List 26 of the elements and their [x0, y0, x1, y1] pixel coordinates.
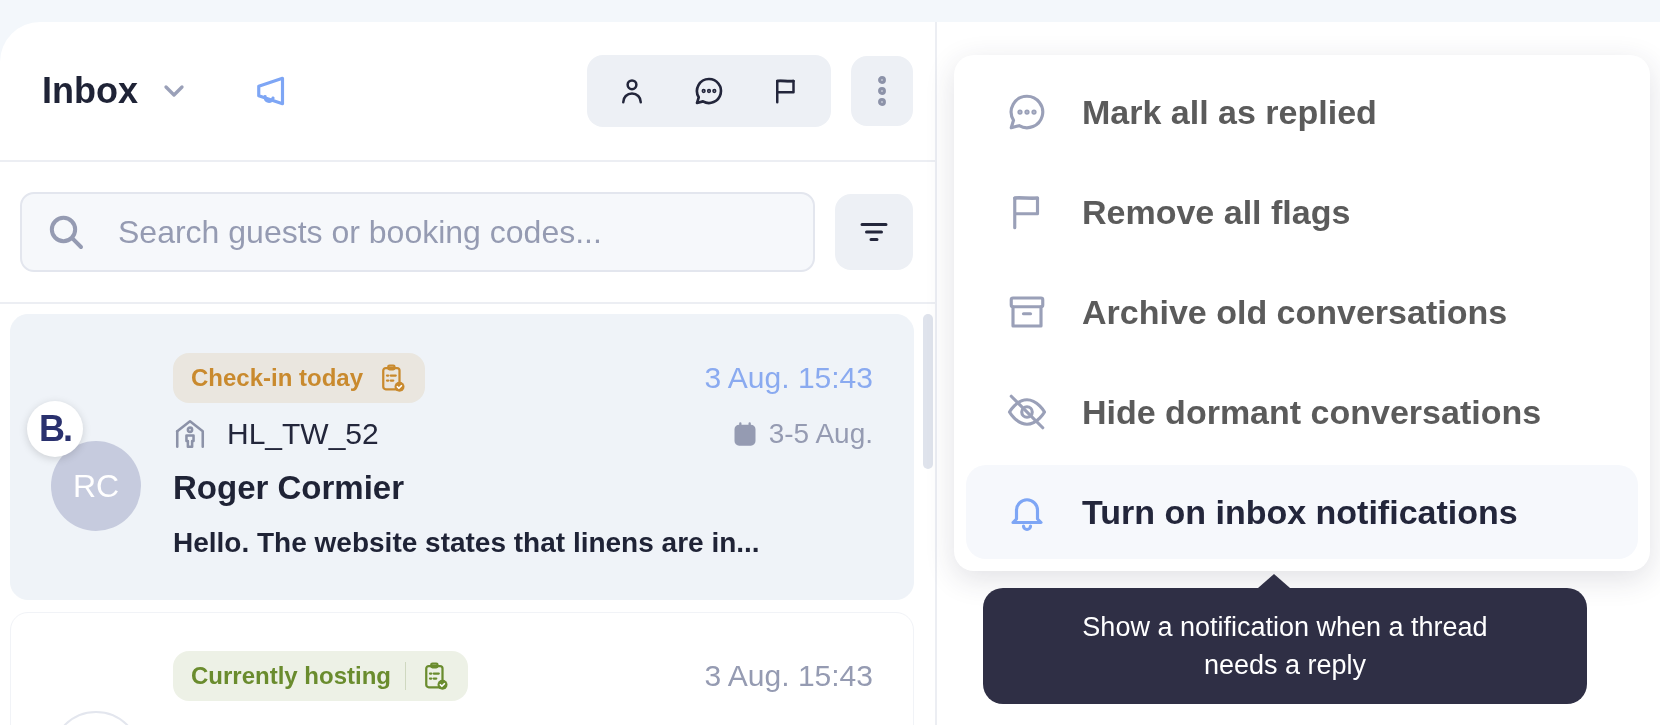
menu-item[interactable]: Archive old conversations	[966, 265, 1638, 359]
tooltip: Show a notification when a thread needs a reply	[983, 588, 1587, 704]
guest-name: Roger Cormier	[173, 469, 406, 507]
search-field[interactable]: Search guests or booking codes...	[20, 192, 815, 272]
filter-button[interactable]	[835, 194, 913, 270]
message-time: 3 Aug. 15:43	[704, 659, 873, 693]
menu-item[interactable]: Turn on inbox notifications	[966, 465, 1638, 559]
tooltip-pointer	[1258, 574, 1290, 588]
listing-code: HL_TW_52	[227, 417, 379, 451]
more-options-icon	[878, 76, 886, 106]
stay-dates: 3-5 Aug.	[768, 418, 873, 450]
channel-logo: B.	[27, 401, 83, 457]
guest-avatar: RC	[51, 441, 141, 531]
menu-item[interactable]: Remove all flags	[966, 165, 1638, 259]
menu-item[interactable]: Mark all as replied	[966, 65, 1638, 159]
menu-item[interactable]: Hide dormant conversations	[966, 365, 1638, 459]
chat-bubble-icon	[693, 75, 725, 107]
more-options-button[interactable]	[851, 56, 913, 126]
house-person-icon	[173, 417, 207, 451]
message-preview: Hello. The website states that linens are in...	[173, 527, 761, 559]
scrollbar-thumb[interactable]	[923, 314, 933, 469]
inbox-dropdown[interactable]: Inbox	[42, 70, 190, 112]
conversation-card[interactable]: RC B. Check-in today 3 Aug. 15:43 HL_TW_52 3-5 Aug. Roger Cormier Hello. The website states that linens are in...	[10, 314, 914, 600]
status-tag-label: Currently hosting	[191, 662, 391, 690]
status-tag-label: Check-in today	[191, 364, 364, 392]
message-time: 3 Aug. 15:43	[704, 361, 873, 395]
